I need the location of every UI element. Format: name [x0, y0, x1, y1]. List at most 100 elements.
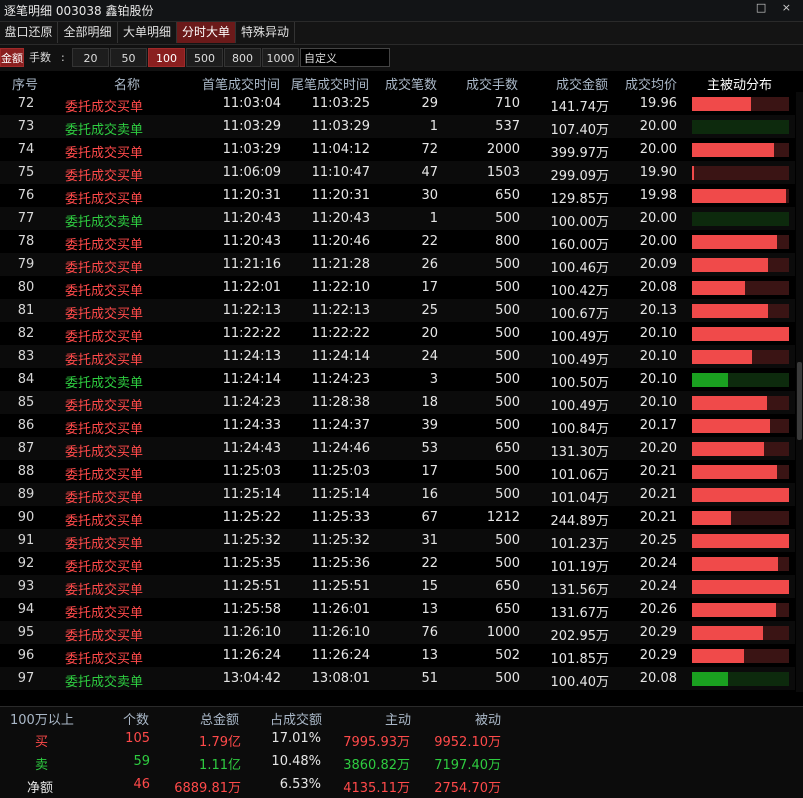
table-row[interactable]: 96 委托成交买单 11:26:24 11:26:24 13 502 101.85万 20.2… — [0, 644, 795, 667]
table-row[interactable]: 89 委托成交买单 11:25:14 11:25:14 16 500 101.04万 20.2… — [0, 483, 795, 506]
trade-volume: 537 — [495, 119, 520, 134]
trade-count: 76 — [421, 625, 438, 640]
lots-option-800[interactable]: 800 — [224, 48, 261, 67]
last-trade-time: 11:24:46 — [311, 441, 370, 456]
table-row[interactable]: 93 委托成交买单 11:25:51 11:25:51 15 650 131.56万 20.2… — [0, 575, 795, 598]
window-controls[interactable]: □ × — [756, 1, 797, 14]
avg-price: 19.98 — [639, 188, 677, 203]
lots-option-20[interactable]: 20 — [72, 48, 109, 67]
active-fill — [692, 534, 789, 548]
table-row[interactable]: 81 委托成交买单 11:22:13 11:22:13 25 500 100.67万 20.1… — [0, 299, 795, 322]
table-row[interactable]: 72 委托成交买单 11:03:04 11:03:25 29 710 141.74万 19.9… — [0, 92, 795, 115]
scrollbar-thumb[interactable] — [797, 362, 802, 440]
table-row[interactable]: 83 委托成交买单 11:24:13 11:24:14 24 500 100.49万 20.1… — [0, 345, 795, 368]
active-fill — [692, 626, 763, 640]
summary-active: 4135.11万 — [343, 781, 410, 796]
avg-price: 20.10 — [639, 395, 677, 410]
tab-large-orders[interactable]: 大单明细 — [118, 22, 177, 43]
header-volume[interactable]: 成交手数 — [466, 74, 518, 93]
table-row[interactable]: 80 委托成交买单 11:22:01 11:22:10 17 500 100.42万 20.0… — [0, 276, 795, 299]
header-avg-price[interactable]: 成交均价 — [625, 74, 677, 93]
table-row[interactable]: 91 委托成交买单 11:25:32 11:25:32 31 500 101.23万 20.2… — [0, 529, 795, 552]
order-type: 委托成交买单 — [65, 192, 144, 207]
table-row[interactable]: 84 委托成交卖单 11:24:14 11:24:23 3 500 100.50万 20.10 — [0, 368, 795, 391]
summary-header-count: 个数 — [123, 713, 150, 728]
custom-lots-input[interactable] — [300, 48, 390, 67]
lots-option-500[interactable]: 500 — [186, 48, 223, 67]
table-row[interactable]: 79 委托成交买单 11:21:16 11:21:28 26 500 100.46万 20.0… — [0, 253, 795, 276]
avg-price: 20.17 — [639, 418, 677, 433]
tab-all-details[interactable]: 全部明细 — [58, 22, 118, 43]
row-number: 93 — [17, 579, 35, 594]
table-row[interactable]: 85 委托成交买单 11:24:23 11:28:38 18 500 100.49万 20.1… — [0, 391, 795, 414]
lots-option-50[interactable]: 50 — [110, 48, 147, 67]
trade-amount: 101.19万 — [550, 560, 610, 575]
table-row[interactable]: 97 委托成交卖单 13:04:42 13:08:01 51 500 100.40万 20.0… — [0, 667, 795, 690]
table-row[interactable]: 82 委托成交买单 11:22:22 11:22:22 20 500 100.49万 20.1… — [0, 322, 795, 345]
amount-toggle[interactable]: 金额 — [0, 48, 24, 67]
summary-header-range: 100万以上 — [10, 713, 74, 728]
last-trade-time: 11:24:14 — [311, 349, 370, 364]
active-passive-bar — [692, 120, 789, 134]
summary-label: 卖 — [35, 758, 49, 773]
table-row[interactable]: 73 委托成交卖单 11:03:29 11:03:29 1 537 107.40万 20.00 — [0, 115, 795, 138]
active-fill — [692, 603, 777, 617]
header-no[interactable]: 序号 — [12, 74, 38, 93]
active-passive-bar — [692, 97, 789, 111]
lots-option-1000[interactable]: 1000 — [262, 48, 299, 67]
active-passive-bar — [692, 419, 789, 433]
tab-intraday-large-orders[interactable]: 分时大单 — [177, 22, 236, 43]
summary-panel: 100万以上 个数 总金额 占成交额 主动 被动 买 105 1.79亿 17.… — [0, 706, 803, 798]
summary-total: 1.79亿 — [199, 735, 241, 750]
trade-count: 25 — [421, 303, 438, 318]
summary-ratio: 17.01% — [271, 731, 321, 746]
table-row[interactable]: 90 委托成交买单 11:25:22 11:25:33 67 1212 244.89万 20.… — [0, 506, 795, 529]
first-trade-time: 11:24:14 — [222, 372, 281, 387]
table-row[interactable]: 76 委托成交买单 11:20:31 11:20:31 30 650 129.85万 19.9… — [0, 184, 795, 207]
trade-count: 22 — [421, 234, 438, 249]
last-trade-time: 11:22:22 — [311, 326, 370, 341]
active-fill — [692, 465, 778, 479]
lots-option-100[interactable]: 100 — [148, 48, 185, 67]
header-count[interactable]: 成交笔数 — [385, 74, 437, 93]
active-passive-bar — [692, 281, 789, 295]
trade-amount: 399.97万 — [550, 146, 610, 161]
active-fill — [692, 511, 731, 525]
active-fill — [692, 672, 728, 686]
avg-price: 19.96 — [639, 96, 677, 111]
table-row[interactable]: 75 委托成交买单 11:06:09 11:10:47 47 1503 299.09万 19.… — [0, 161, 795, 184]
first-trade-time: 11:21:16 — [222, 257, 281, 272]
header-distribution[interactable]: 主被动分布 — [707, 74, 772, 93]
first-trade-time: 11:03:29 — [222, 142, 281, 157]
order-type: 委托成交买单 — [65, 445, 144, 460]
table-row[interactable]: 74 委托成交买单 11:03:29 11:04:12 72 2000 399.97万 20.… — [0, 138, 795, 161]
table-row[interactable]: 94 委托成交买单 11:25:58 11:26:01 13 650 131.67万 20.2… — [0, 598, 795, 621]
order-type: 委托成交买单 — [65, 491, 144, 506]
first-trade-time: 13:04:42 — [222, 671, 281, 686]
lots-label: 手数 — [29, 51, 51, 64]
table-row[interactable]: 95 委托成交买单 11:26:10 11:26:10 76 1000 202.95万 20.… — [0, 621, 795, 644]
active-fill — [692, 557, 779, 571]
header-amount[interactable]: 成交金额 — [556, 74, 608, 93]
header-last-time[interactable]: 尾笔成交时间 — [291, 74, 369, 93]
trade-count: 13 — [421, 648, 438, 663]
trade-volume: 500 — [495, 280, 520, 295]
table-row[interactable]: 92 委托成交买单 11:25:35 11:25:36 22 500 101.19万 20.2… — [0, 552, 795, 575]
table-row[interactable]: 78 委托成交买单 11:20:43 11:20:46 22 800 160.00万 20.0… — [0, 230, 795, 253]
table-row[interactable]: 86 委托成交买单 11:24:33 11:24:37 39 500 100.84万 20.1… — [0, 414, 795, 437]
first-trade-time: 11:03:29 — [222, 119, 281, 134]
tab-order-book-replay[interactable]: 盘口还原 — [0, 22, 58, 43]
avg-price: 20.24 — [639, 579, 677, 594]
trade-volume: 500 — [495, 303, 520, 318]
summary-ratio: 6.53% — [279, 777, 321, 792]
table-row[interactable]: 88 委托成交买单 11:25:03 11:25:03 17 500 101.06万 20.2… — [0, 460, 795, 483]
header-first-time[interactable]: 首笔成交时间 — [202, 74, 280, 93]
active-passive-bar — [692, 511, 789, 525]
avg-price: 20.21 — [639, 487, 677, 502]
active-fill — [692, 304, 768, 318]
header-name[interactable]: 名称 — [114, 74, 140, 93]
table-row[interactable]: 87 委托成交买单 11:24:43 11:24:46 53 650 131.30万 20.2… — [0, 437, 795, 460]
table-row[interactable]: 77 委托成交卖单 11:20:43 11:20:43 1 500 100.00万 20.00 — [0, 207, 795, 230]
tab-special-movements[interactable]: 特殊异动 — [236, 22, 295, 43]
summary-active: 3860.82万 — [343, 758, 410, 773]
